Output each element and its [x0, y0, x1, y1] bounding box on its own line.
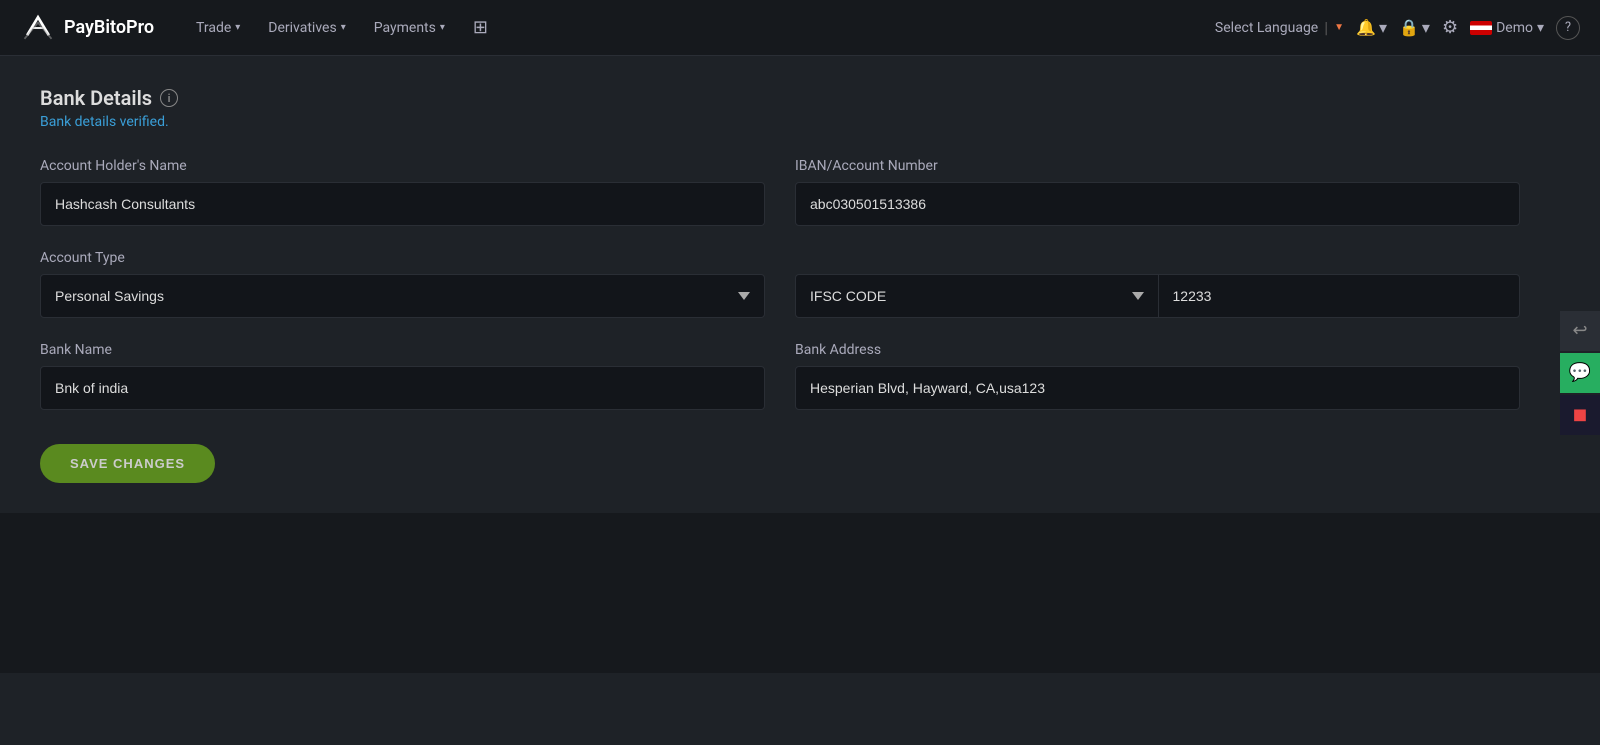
brand-name: PayBitoPro	[64, 17, 154, 38]
bank-address-label: Bank Address	[795, 342, 1520, 358]
logo-icon	[20, 10, 56, 46]
navbar: PayBitoPro Trade ▾ Derivatives ▾ Payment…	[0, 0, 1600, 56]
lang-arrow-icon: ▼	[1334, 22, 1344, 33]
account-holder-group: Account Holder's Name	[40, 158, 765, 226]
bell-icon: 🔔	[1356, 18, 1376, 37]
wallet-arrow-icon: ▾	[1422, 18, 1430, 37]
demo-arrow-icon: ▾	[1537, 20, 1544, 36]
grid-icon[interactable]: ⊞	[461, 11, 500, 44]
language-selector[interactable]: Select Language | ▼	[1215, 18, 1344, 37]
iban-label: IBAN/Account Number	[795, 158, 1520, 174]
bank-address-input[interactable]	[795, 366, 1520, 410]
ifsc-row: IFSC CODE	[795, 274, 1520, 318]
save-row: SAVE CHANGES	[40, 434, 1520, 483]
bank-details-form: Account Holder's Name IBAN/Account Numbe…	[40, 158, 1520, 483]
share-float-btn[interactable]: ↩	[1560, 311, 1600, 351]
chat-icon: 💬	[1569, 362, 1591, 383]
widget-float-btn[interactable]: ◼	[1560, 395, 1600, 435]
page-title: Bank Details i	[40, 86, 1520, 110]
nav-trade[interactable]: Trade ▾	[184, 14, 252, 42]
demo-account-btn[interactable]: Demo ▾	[1470, 20, 1544, 36]
nav-derivatives[interactable]: Derivatives ▾	[256, 14, 357, 42]
notifications-btn[interactable]: 🔔 ▾	[1356, 18, 1387, 37]
wallet-btn[interactable]: 🔒 ▾	[1399, 18, 1430, 37]
ifsc-group: IFSC CODE	[795, 250, 1520, 318]
brand[interactable]: PayBitoPro	[20, 10, 154, 46]
lock-icon: 🔒	[1399, 18, 1419, 37]
form-row-3: Bank Name Bank Address	[40, 342, 1520, 410]
main-content: Bank Details i Bank details verified. Ac…	[0, 56, 1560, 513]
notif-arrow-icon: ▾	[1379, 18, 1387, 37]
account-type-label: Account Type	[40, 250, 765, 266]
save-changes-button[interactable]: SAVE CHANGES	[40, 444, 215, 483]
trade-arrow-icon: ▾	[235, 22, 240, 33]
bank-address-group: Bank Address	[795, 342, 1520, 410]
demo-label: Demo	[1496, 20, 1533, 36]
navbar-right: Select Language | ▼ 🔔 ▾ 🔒 ▾ ⚙ Demo ▾ ?	[1215, 16, 1580, 40]
settings-btn[interactable]: ⚙	[1442, 17, 1458, 38]
help-btn[interactable]: ?	[1556, 16, 1580, 40]
bank-name-group: Bank Name	[40, 342, 765, 410]
ifsc-select[interactable]: IFSC CODE	[795, 274, 1158, 318]
account-holder-label: Account Holder's Name	[40, 158, 765, 174]
lang-divider: |	[1324, 18, 1328, 37]
language-label: Select Language	[1215, 20, 1318, 36]
page-header: Bank Details i Bank details verified.	[40, 86, 1520, 130]
info-icon[interactable]: i	[160, 89, 178, 107]
chat-float-btn[interactable]: 💬	[1560, 353, 1600, 393]
account-holder-input[interactable]	[40, 182, 765, 226]
bank-name-label: Bank Name	[40, 342, 765, 358]
nav-payments[interactable]: Payments ▾	[362, 14, 457, 42]
bottom-section	[0, 513, 1600, 673]
floating-buttons: ↩ 💬 ◼	[1560, 311, 1600, 435]
nav-menu: Trade ▾ Derivatives ▾ Payments ▾ ⊞	[184, 11, 1215, 44]
form-row-2: Account Type Personal Savings Current Jo…	[40, 250, 1520, 318]
account-type-select[interactable]: Personal Savings Current Joint	[40, 274, 765, 318]
iban-group: IBAN/Account Number	[795, 158, 1520, 226]
iban-input[interactable]	[795, 182, 1520, 226]
ifsc-number-input[interactable]	[1158, 274, 1521, 318]
form-row-1: Account Holder's Name IBAN/Account Numbe…	[40, 158, 1520, 226]
account-type-group: Account Type Personal Savings Current Jo…	[40, 250, 765, 318]
share-icon: ↩	[1572, 320, 1587, 341]
bank-name-input[interactable]	[40, 366, 765, 410]
ifsc-group-label	[795, 250, 1520, 266]
flag-icon	[1470, 21, 1492, 35]
widget-icon: ◼	[1573, 404, 1588, 425]
verified-status[interactable]: Bank details verified.	[40, 114, 1520, 130]
derivatives-arrow-icon: ▾	[341, 22, 346, 33]
payments-arrow-icon: ▾	[440, 22, 445, 33]
